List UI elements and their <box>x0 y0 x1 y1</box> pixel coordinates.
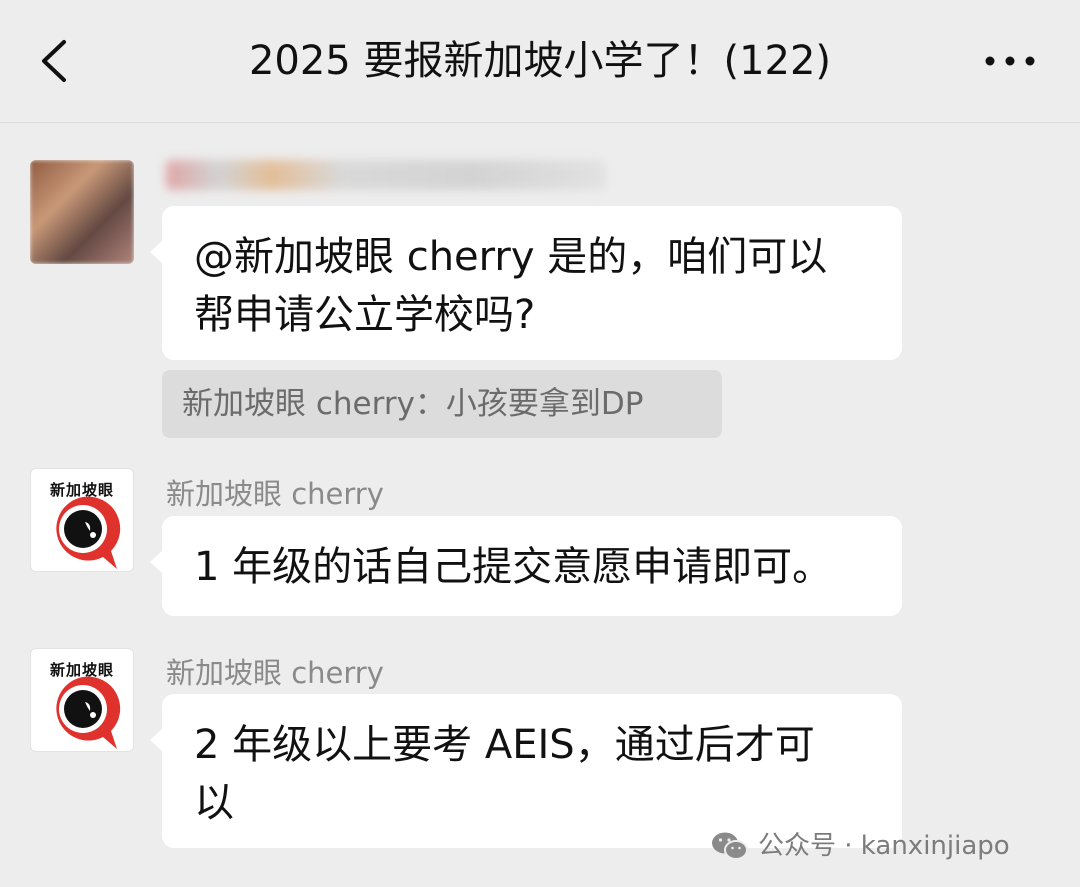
back-chevron-icon[interactable] <box>36 38 76 84</box>
watermark-text: 公众号 · kanxinjiapo <box>758 831 1010 861</box>
chat-header: 2025 要报新加坡小学了！(122) <box>0 0 1080 123</box>
message-bubble[interactable]: @新加坡眼 cherry 是的，咱们可以 帮申请公立学校吗? <box>150 206 902 360</box>
blurred-sender-name <box>166 160 606 190</box>
watermark: 公众号 · kanxinjiapo <box>710 828 1010 864</box>
message-text: 以 <box>194 780 234 826</box>
brand-eye-logo-icon <box>56 676 121 749</box>
message-text: 1 年级的话自己提交意愿申请即可。 <box>194 544 833 590</box>
wechat-icon <box>712 832 748 860</box>
avatar[interactable] <box>30 160 134 264</box>
message-bubble[interactable]: 1 年级的话自己提交意愿申请即可。 <box>150 516 902 616</box>
sender-name: 新加坡眼 cherry <box>166 477 384 511</box>
message-text: @新加坡眼 cherry 是的，咱们可以 <box>194 234 828 280</box>
brand-avatar[interactable]: 新加坡眼 <box>30 468 134 572</box>
message-bubble[interactable]: 2 年级以上要考 AEIS，通过后才可 以 <box>150 694 902 848</box>
blurred-avatar-image <box>30 160 134 264</box>
sender-name: 新加坡眼 cherry <box>166 656 384 690</box>
message-text: 帮申请公立学校吗? <box>194 292 536 338</box>
message-text: 2 年级以上要考 AEIS，通过后才可 <box>194 722 815 768</box>
brand-avatar[interactable]: 新加坡眼 <box>30 648 134 752</box>
chat-title: 2025 要报新加坡小学了！(122) <box>248 38 832 84</box>
brand-eye-logo-icon <box>56 496 121 569</box>
quoted-message[interactable]: 新加坡眼 cherry：小孩要拿到DP <box>162 370 722 438</box>
more-dots-icon[interactable] <box>982 44 1038 78</box>
